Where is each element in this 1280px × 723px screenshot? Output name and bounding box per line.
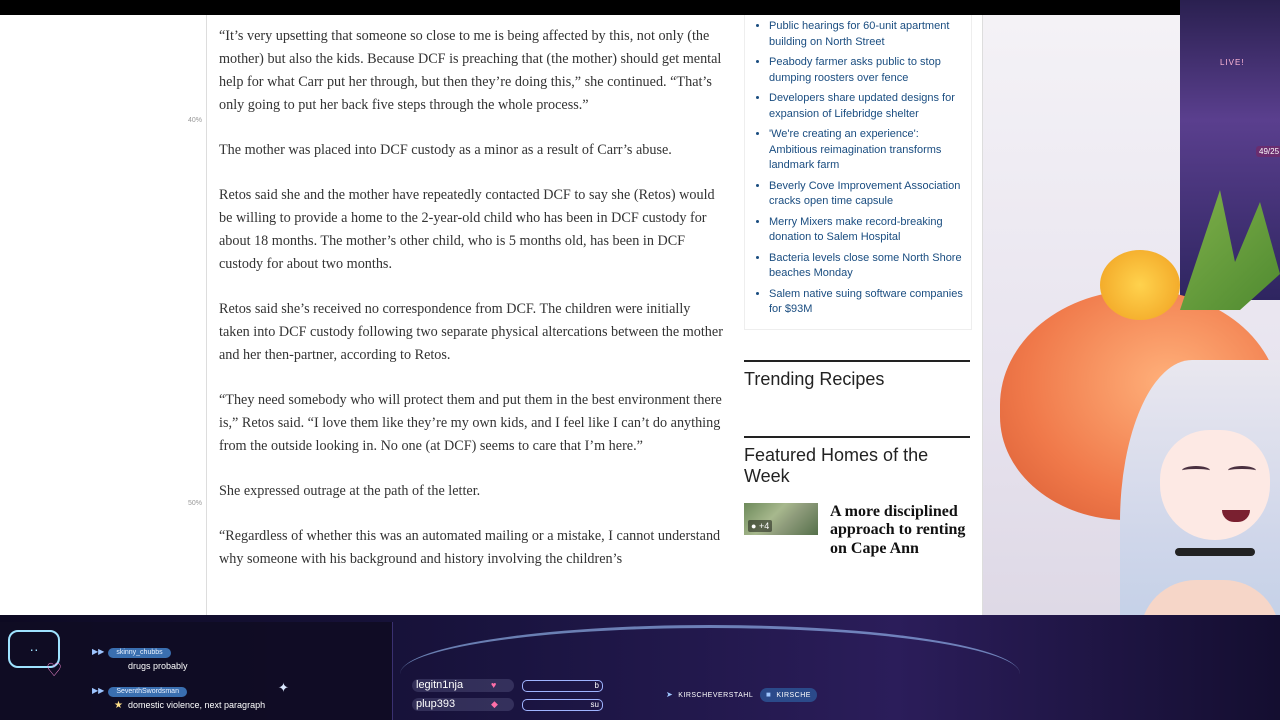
photo-count: +4 — [758, 520, 770, 531]
headline-link[interactable]: Salem native suing software companies fo… — [769, 287, 963, 318]
camera-icon: ● +4 — [748, 519, 773, 532]
headline-link[interactable]: Public hearings for 60-unit apartment bu… — [769, 19, 963, 50]
headline-link[interactable]: 'We're creating an experience': Ambitiou… — [769, 127, 963, 174]
featured-home-title[interactable]: A more disciplined approach to renting o… — [830, 503, 970, 559]
featured-homes-heading: Featured Homes of the Week — [744, 435, 970, 487]
avatar-choker — [1175, 548, 1255, 556]
social-handle-text: KIRSCHE — [776, 692, 811, 699]
chat-message: ▶▶ skinny_chubbs drugs probably — [92, 641, 188, 671]
viewer-name: plup393 — [412, 698, 514, 711]
heart-icon: ♡ — [46, 660, 63, 680]
featured-home-card[interactable]: ● +4 A more disciplined approach to rent… — [744, 502, 970, 559]
bird-icon: ➤ — [666, 690, 674, 699]
scroll-percent-50: 50% — [188, 500, 203, 507]
article-paragraph: She expressed outrage at the path of the… — [219, 483, 481, 499]
viewer-name: legitn1nja — [412, 679, 514, 692]
headline-link[interactable]: Peabody farmer asks public to stop dumpi… — [769, 55, 963, 86]
article-paragraph: “They need somebody who will protect the… — [219, 392, 722, 454]
headline-link[interactable]: Merry Mixers make record-breaking donati… — [769, 215, 963, 246]
chat-bubble-icon: ■ — [766, 690, 772, 699]
chat-text: domestic violence, next paragraph — [128, 700, 266, 710]
headlines-list: Public hearings for 60-unit apartment bu… — [744, 15, 972, 330]
social-handle: ➤ KIRSCHEVERSTAHL — [660, 688, 759, 702]
avatar-eye — [1182, 466, 1210, 475]
chat-arrow-icon: ▶▶ — [92, 647, 105, 656]
article-border — [206, 15, 207, 615]
stream-counter: 49/25 — [1256, 146, 1280, 157]
bow-icon: ✦ — [278, 680, 289, 695]
article-paragraph: The mother was placed into DCF custody a… — [219, 142, 672, 158]
avatar-face — [1160, 430, 1270, 540]
headline-link[interactable]: Developers share updated designs for exp… — [769, 91, 963, 122]
page-gutter — [0, 15, 207, 615]
diamond-badge-icon: ◆ — [491, 699, 498, 709]
article-paragraph: Retos said she and the mother have repea… — [219, 187, 715, 272]
progress-slot: b — [522, 680, 603, 692]
chat-username: SeventhSwordsman — [108, 687, 187, 697]
featured-home-thumbnail[interactable]: ● +4 — [744, 502, 818, 535]
article-paragraph: “It’s very upsetting that someone so clo… — [219, 28, 722, 113]
sidebar: Public hearings for 60-unit apartment bu… — [744, 15, 972, 559]
chat-arrow-icon: ▶▶ — [92, 686, 105, 695]
social-handle: ■ KIRSCHE — [760, 688, 817, 702]
pineapple-icon — [1100, 250, 1180, 320]
live-label: LIVE! — [1220, 58, 1245, 67]
heart-badge-icon: ♥ — [491, 680, 497, 690]
headline-link[interactable]: Bacteria levels close some North Shore b… — [769, 251, 963, 282]
chat-username: skinny_chubbs — [108, 648, 171, 658]
top-bar — [0, 0, 1280, 15]
avatar-eye — [1228, 466, 1256, 475]
trending-recipes-heading: Trending Recipes — [744, 359, 970, 390]
star-icon: ★ — [114, 700, 123, 711]
progress-slot: su — [522, 699, 603, 711]
headline-link[interactable]: Beverly Cove Improvement Association cra… — [769, 179, 963, 210]
article-body: “It’s very upsetting that someone so clo… — [219, 25, 724, 593]
article-paragraph: Retos said she’s received no corresponde… — [219, 301, 723, 363]
article-paragraph: “Regardless of whether this was an autom… — [219, 528, 721, 567]
scroll-percent-40: 40% — [188, 117, 203, 124]
chat-text: drugs probably — [128, 661, 188, 671]
social-handle-text: KIRSCHEVERSTAHL — [678, 692, 754, 699]
